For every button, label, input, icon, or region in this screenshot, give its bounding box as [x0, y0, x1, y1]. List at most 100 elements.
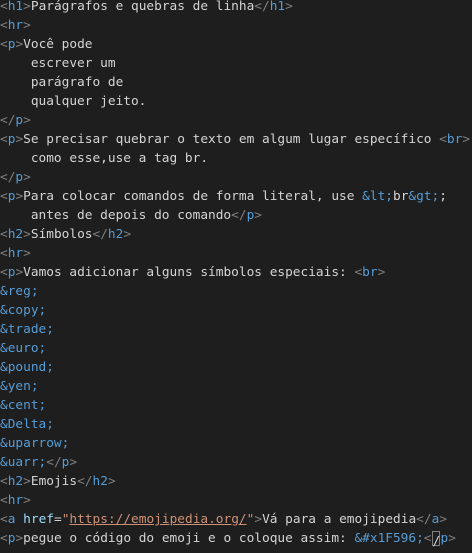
link-url[interactable]: https://emojipedia.org/ — [69, 512, 246, 527]
entity: &Delta; — [0, 417, 54, 432]
code-line[interactable]: &copy; — [0, 301, 46, 320]
text: Vá para a emojipedia — [262, 512, 417, 527]
bracket: < — [0, 265, 8, 280]
bracket: < — [0, 189, 8, 204]
bracket: > — [15, 265, 24, 280]
entity: &lt; — [362, 189, 393, 204]
tag-name: h2 — [7, 474, 24, 489]
text: Parágrafos e quebras de linha — [30, 0, 255, 14]
bracket: > — [285, 0, 293, 14]
bracket: > — [15, 531, 24, 546]
code-line[interactable]: <a href="https://emojipedia.org/">Vá par… — [0, 510, 447, 529]
bracket: </ — [77, 474, 93, 489]
code-line[interactable]: <hr> — [0, 16, 31, 35]
tag-name: h1 — [269, 0, 286, 14]
tag-name: h2 — [7, 227, 24, 242]
text: Se precisar quebrar o texto em algum lug… — [23, 132, 440, 147]
bracket: < — [423, 531, 432, 546]
code-line[interactable]: <p>Vamos adicionar alguns símbolos espec… — [0, 263, 385, 282]
code-line[interactable]: <p>pegue o código do emoji e o coloque a… — [0, 529, 456, 549]
entity: &uparrow; — [0, 436, 70, 451]
bracket: < — [0, 0, 8, 14]
bracket: </ — [416, 512, 432, 527]
bracket: > — [254, 208, 262, 223]
tag-name: h2 — [92, 474, 108, 489]
bracket: > — [23, 474, 31, 489]
text: escrever um — [0, 56, 116, 71]
entity: &euro; — [0, 341, 47, 356]
bracket: < — [0, 246, 8, 261]
text: br — [392, 189, 409, 204]
bracket: < — [0, 493, 8, 508]
code-line[interactable]: <h2>Símbolos</h2> — [0, 225, 131, 244]
code-line[interactable]: <p>Você pode — [0, 35, 93, 54]
code-line[interactable]: </p> — [0, 168, 31, 187]
code-line[interactable]: &yen; — [0, 377, 39, 396]
entity: &copy; — [0, 303, 47, 318]
bracket: < — [0, 512, 8, 527]
bracket: < — [439, 132, 447, 147]
equals-sign: = — [53, 512, 62, 527]
code-line[interactable]: &trade; — [0, 320, 54, 339]
bracket: > — [23, 0, 31, 14]
text: Você pode — [23, 37, 93, 52]
code-line[interactable]: </p> — [0, 111, 31, 130]
entity: &yen; — [0, 379, 39, 394]
bracket: > — [123, 227, 132, 242]
bracket: > — [23, 227, 31, 242]
text: Emojis — [30, 474, 78, 489]
code-line[interactable]: antes de depois do comando</p> — [0, 206, 262, 225]
bracket: > — [462, 132, 471, 147]
code-line[interactable]: escrever um — [0, 54, 116, 73]
tag-name: h1 — [7, 0, 24, 14]
code-line[interactable]: qualquer jeito. — [0, 92, 147, 111]
code-line[interactable]: <p>Para colocar comandos de forma litera… — [0, 187, 447, 206]
code-line[interactable]: parágrafo de — [0, 73, 123, 92]
bracket: < — [0, 531, 8, 546]
bracket: > — [15, 37, 24, 52]
bracket: </ — [46, 455, 62, 470]
code-line[interactable]: &reg; — [0, 282, 39, 301]
bracket: < — [0, 227, 8, 242]
text: como esse,use a tag br. — [0, 151, 209, 166]
bracket: > — [439, 512, 448, 527]
bracket: > — [448, 531, 456, 546]
code-editor[interactable]: <h1>Parágrafos e quebras de linha</h1> <h… — [0, 0, 472, 553]
bracket: </ — [231, 208, 247, 223]
code-line[interactable]: <h1>Parágrafos e quebras de linha</h1> — [0, 0, 293, 16]
code-line[interactable]: &euro; — [0, 339, 46, 358]
code-line[interactable]: <p>Se precisar quebrar o texto em algum … — [0, 130, 470, 149]
entity: &cent; — [0, 398, 47, 413]
code-line[interactable]: <hr> — [0, 244, 31, 263]
bracket: </ — [0, 170, 16, 185]
code-line[interactable]: &uarr;</p> — [0, 453, 77, 472]
entity: &gt; — [408, 189, 440, 204]
code-line[interactable]: &pound; — [0, 358, 54, 377]
bracket: < — [0, 474, 8, 489]
code-line[interactable]: &uparrow; — [0, 434, 69, 453]
bracket: > — [23, 113, 31, 128]
bracket: > — [254, 512, 263, 527]
text: pegue o código do emoji e o coloque assi… — [23, 531, 355, 546]
bracket: > — [23, 18, 31, 33]
code-line[interactable]: &Delta; — [0, 415, 54, 434]
text: qualquer jeito. — [0, 94, 147, 109]
entity: &pound; — [0, 360, 54, 375]
text: Símbolos — [30, 227, 93, 242]
code-line[interactable]: como esse,use a tag br. — [0, 149, 208, 168]
code-line[interactable]: &cent; — [0, 396, 46, 415]
text-cursor: / — [431, 531, 440, 549]
bracket: > — [23, 493, 31, 508]
text — [15, 512, 23, 527]
bracket: > — [23, 170, 31, 185]
entity: &#x1F596; — [354, 531, 424, 546]
code-line[interactable]: <hr> — [0, 491, 31, 510]
tag-name: hr — [7, 18, 24, 33]
bracket: < — [0, 132, 8, 147]
code-line[interactable]: <h2>Emojis</h2> — [0, 472, 116, 491]
tag-name: p — [15, 170, 24, 185]
bracket: </ — [254, 0, 270, 14]
text: antes de depois do comando — [0, 208, 232, 223]
bracket: < — [0, 37, 8, 52]
bracket: > — [23, 246, 31, 261]
